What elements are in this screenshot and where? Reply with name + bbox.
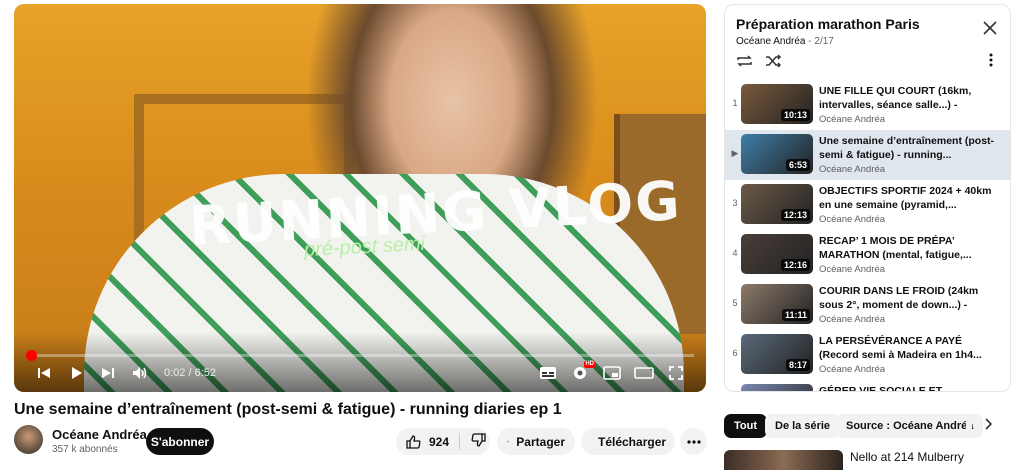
video-thumbnail[interactable] bbox=[724, 450, 843, 470]
playlist-item-title: COURIR DANS LE FROID (24km sous 2°, mome… bbox=[819, 285, 979, 311]
video-title: Une semaine d’entraînement (post-semi & … bbox=[14, 401, 562, 418]
playlist-item-title: UNE FILLE QUI COURT (16km, intervalles, … bbox=[819, 85, 972, 111]
player-controls: 0:02 / 6:52 HD bbox=[14, 360, 706, 386]
playlist-item-channel: Océane Andréa bbox=[819, 364, 886, 375]
settings-icon[interactable]: HD bbox=[564, 360, 596, 386]
playlist-menu-icon[interactable] bbox=[989, 53, 993, 70]
playlist-item-title: RECAP’ 1 MOIS DE PRÉPA’ MARATHON (mental… bbox=[819, 235, 972, 261]
chevron-right-icon[interactable] bbox=[984, 417, 993, 433]
duration-badge: 8:17 bbox=[785, 359, 810, 371]
share-label: Partager bbox=[516, 434, 565, 449]
subscribe-button[interactable]: S'abonner bbox=[146, 428, 214, 455]
avatar[interactable] bbox=[14, 425, 43, 454]
share-button[interactable]: Partager bbox=[497, 428, 575, 455]
playlist-owner[interactable]: Océane Andréa bbox=[736, 36, 806, 47]
playlist-items: 1 10:13 UNE FILLE QUI COURT (16km, inter… bbox=[725, 80, 1010, 392]
playlist-item-channel: Océane Andréa bbox=[819, 314, 886, 325]
playlist-item-index: 5 bbox=[732, 298, 738, 308]
video-player[interactable]: RUNNING VLOG pré-post semi 0:02 / 6:52 H… bbox=[14, 4, 706, 392]
like-dislike-group: 924 bbox=[396, 428, 490, 455]
playlist-item-title: LA PERSÉVÉRANCE A PAYÉ (Record semi à Ma… bbox=[819, 335, 982, 361]
skip-next-icon[interactable] bbox=[92, 360, 124, 386]
more-actions-button[interactable] bbox=[680, 428, 707, 455]
dislike-button[interactable] bbox=[460, 433, 497, 450]
playlist-item-index: 1 bbox=[732, 98, 738, 108]
playlist-item[interactable]: GÉRER VIE SOCIALE ET bbox=[725, 380, 1010, 392]
video-thumbnail[interactable]: 10:13 bbox=[741, 84, 813, 124]
playlist-item-channel: Océane Andréa bbox=[819, 214, 886, 225]
download-label: Télécharger bbox=[598, 434, 667, 449]
more-horizontal-icon bbox=[686, 439, 701, 444]
playlist-item-title: GÉRER VIE SOCIALE ET bbox=[819, 385, 943, 392]
playlist-item[interactable]: 3 12:13 OBJECTIFS SPORTIF 2024 + 40km en… bbox=[725, 180, 1010, 230]
close-icon[interactable] bbox=[983, 21, 997, 36]
playlist-item-channel: Océane Andréa bbox=[819, 264, 886, 275]
playlist-item[interactable]: 4 12:16 RECAP’ 1 MOIS DE PRÉPA’ MARATHON… bbox=[725, 230, 1010, 280]
playlist-item[interactable]: 6 8:17 LA PERSÉVÉRANCE A PAYÉ (Record se… bbox=[725, 330, 1010, 380]
volume-icon[interactable] bbox=[124, 360, 156, 386]
chip-source[interactable]: Source : Océane Andréa bbox=[836, 414, 984, 438]
playlist-item-title: OBJECTIFS SPORTIF 2024 + 40km en une sem… bbox=[819, 185, 992, 211]
playlist-item[interactable]: 1 10:13 UNE FILLE QUI COURT (16km, inter… bbox=[725, 80, 1010, 130]
duration-badge: 6:53 bbox=[785, 159, 810, 171]
now-playing-icon: ▶ bbox=[731, 148, 739, 158]
theater-mode-icon[interactable] bbox=[628, 360, 660, 386]
thumbs-down-icon bbox=[471, 433, 486, 447]
playlist-item-index: 6 bbox=[732, 348, 738, 358]
playlist-item-current[interactable]: ▶ 6:53 Une semaine d’entraînement (post-… bbox=[725, 130, 1010, 180]
video-thumbnail[interactable]: 11:11 bbox=[741, 284, 813, 324]
channel-name[interactable]: Océane Andréa bbox=[52, 427, 147, 442]
shuffle-icon[interactable] bbox=[765, 54, 782, 72]
playlist-panel: Préparation marathon Paris Océane Andréa… bbox=[724, 4, 1011, 392]
subscriber-count: 357 k abonnés bbox=[52, 444, 118, 455]
share-icon bbox=[507, 440, 510, 443]
playlist-item-channel: Océane Andréa bbox=[819, 114, 886, 125]
playlist-item-channel: Océane Andréa bbox=[819, 164, 886, 175]
download-button[interactable]: Télécharger bbox=[581, 428, 675, 455]
playlist-position: - 2/17 bbox=[808, 36, 834, 47]
chip-series[interactable]: De la série bbox=[765, 414, 841, 438]
recommended-video-title[interactable]: Nello at 214 Mulberry bbox=[850, 450, 964, 464]
like-count: 924 bbox=[429, 434, 450, 449]
fullscreen-icon[interactable] bbox=[660, 360, 692, 386]
video-thumbnail[interactable] bbox=[741, 384, 813, 391]
chip-partial[interactable] bbox=[966, 414, 972, 438]
playlist-meta: Océane Andréa - 2/17 bbox=[736, 36, 834, 47]
duration-badge: 10:13 bbox=[780, 109, 810, 121]
video-thumbnail[interactable]: 12:16 bbox=[741, 234, 813, 274]
duration-badge: 12:16 bbox=[780, 259, 810, 271]
play-icon[interactable] bbox=[60, 360, 92, 386]
playlist-item[interactable]: 5 11:11 COURIR DANS LE FROID (24km sous … bbox=[725, 280, 1010, 330]
playlist-item-title: Une semaine d’entraînement (post-semi & … bbox=[819, 135, 995, 161]
video-thumbnail[interactable]: 8:17 bbox=[741, 334, 813, 374]
playlist-title[interactable]: Préparation marathon Paris bbox=[736, 16, 920, 32]
playlist-item-index: 4 bbox=[732, 248, 738, 258]
time-display: 0:02 / 6:52 bbox=[164, 367, 216, 379]
subtitles-icon[interactable] bbox=[532, 360, 564, 386]
loop-icon[interactable] bbox=[736, 54, 753, 72]
thumbs-up-icon bbox=[406, 434, 421, 449]
playlist-item-index: 3 bbox=[732, 198, 738, 208]
hd-badge: HD bbox=[584, 361, 595, 368]
video-thumbnail[interactable]: 6:53 bbox=[741, 134, 813, 174]
duration-badge: 11:11 bbox=[781, 309, 810, 321]
duration-badge: 12:13 bbox=[780, 209, 810, 221]
progress-bar[interactable] bbox=[26, 350, 694, 361]
miniplayer-icon[interactable] bbox=[596, 360, 628, 386]
chip-all[interactable]: Tout bbox=[724, 414, 768, 438]
skip-previous-icon[interactable] bbox=[28, 360, 60, 386]
video-thumbnail[interactable]: 12:13 bbox=[741, 184, 813, 224]
like-button[interactable]: 924 bbox=[396, 433, 461, 450]
